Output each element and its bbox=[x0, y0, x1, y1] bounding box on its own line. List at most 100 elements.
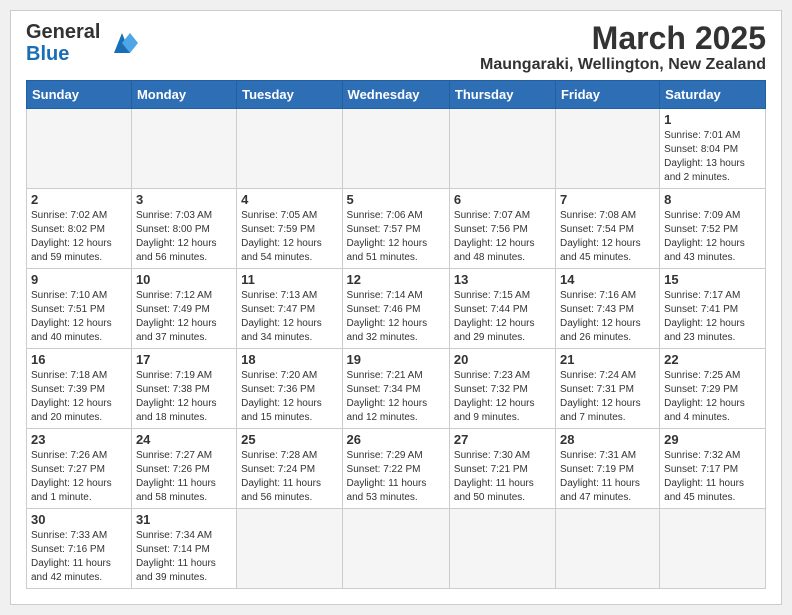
table-row: 17Sunrise: 7:19 AMSunset: 7:38 PMDayligh… bbox=[131, 349, 236, 429]
day-number: 10 bbox=[136, 272, 232, 287]
day-number: 31 bbox=[136, 512, 232, 527]
day-number: 24 bbox=[136, 432, 232, 447]
day-info: Sunrise: 7:27 AMSunset: 7:26 PMDaylight:… bbox=[136, 449, 232, 505]
table-row: 8 Sunrise: 7:09 AMSunset: 7:52 PMDaylight… bbox=[660, 189, 766, 269]
calendar-week-row: 23Sunrise: 7:26 AMSunset: 7:27 PMDayligh… bbox=[27, 429, 766, 509]
day-number: 2 bbox=[31, 192, 127, 207]
table-row: 27Sunrise: 7:30 AMSunset: 7:21 PMDayligh… bbox=[449, 429, 555, 509]
day-number: 11 bbox=[241, 272, 337, 287]
day-info: Sunrise: 7:03 AMSunset: 8:00 PMDaylight:… bbox=[136, 209, 232, 265]
day-info: Sunrise: 7:34 AMSunset: 7:14 PMDaylight:… bbox=[136, 529, 232, 585]
day-number: 7 bbox=[560, 192, 655, 207]
day-number: 8 bbox=[664, 192, 761, 207]
table-row: 5Sunrise: 7:06 AMSunset: 7:57 PMDaylight… bbox=[342, 189, 449, 269]
table-row bbox=[237, 509, 342, 589]
day-info: Sunrise: 7:13 AMSunset: 7:47 PMDaylight:… bbox=[241, 289, 337, 345]
table-row bbox=[237, 109, 342, 189]
day-info: Sunrise: 7:05 AMSunset: 7:59 PMDaylight:… bbox=[241, 209, 337, 265]
table-row: 26Sunrise: 7:29 AMSunset: 7:22 PMDayligh… bbox=[342, 429, 449, 509]
day-info: Sunrise: 7:28 AMSunset: 7:24 PMDaylight:… bbox=[241, 449, 337, 505]
day-number: 13 bbox=[454, 272, 551, 287]
table-row: 13 Sunrise: 7:15 AMSunset: 7:44 PMDayligh… bbox=[449, 269, 555, 349]
table-row: 9 Sunrise: 7:10 AMSunset: 7:51 PMDaylight… bbox=[27, 269, 132, 349]
day-number: 17 bbox=[136, 352, 232, 367]
day-info: Sunrise: 7:16 AMSunset: 7:43 PMDaylight:… bbox=[560, 289, 655, 345]
table-row: 3 Sunrise: 7:03 AMSunset: 8:00 PMDaylight… bbox=[131, 189, 236, 269]
day-number: 25 bbox=[241, 432, 337, 447]
table-row: 10 Sunrise: 7:12 AMSunset: 7:49 PMDayligh… bbox=[131, 269, 236, 349]
day-info: Sunrise: 7:32 AMSunset: 7:17 PMDaylight:… bbox=[664, 449, 761, 505]
logo-general: General bbox=[26, 21, 100, 43]
day-info: Sunrise: 7:21 AMSunset: 7:34 PMDaylight:… bbox=[347, 369, 445, 425]
day-info: Sunrise: 7:31 AMSunset: 7:19 PMDaylight:… bbox=[560, 449, 655, 505]
day-number: 30 bbox=[31, 512, 127, 527]
table-row: 28 Sunrise: 7:31 AMSunset: 7:19 PMDayligh… bbox=[555, 429, 659, 509]
day-info: Sunrise: 7:20 AMSunset: 7:36 PMDaylight:… bbox=[241, 369, 337, 425]
col-wednesday: Wednesday bbox=[342, 81, 449, 109]
day-number: 6 bbox=[454, 192, 551, 207]
table-row: 6 Sunrise: 7:07 AMSunset: 7:56 PMDaylight… bbox=[449, 189, 555, 269]
day-info: Sunrise: 7:17 AMSunset: 7:41 PMDaylight:… bbox=[664, 289, 761, 345]
day-info: Sunrise: 7:10 AMSunset: 7:51 PMDaylight:… bbox=[31, 289, 127, 345]
table-row: 1Sunrise: 7:01 AMSunset: 8:04 PMDaylight… bbox=[660, 109, 766, 189]
table-row: 14Sunrise: 7:16 AMSunset: 7:43 PMDayligh… bbox=[555, 269, 659, 349]
table-row: 30 Sunrise: 7:33 AMSunset: 7:16 PMDayligh… bbox=[27, 509, 132, 589]
day-info: Sunrise: 7:23 AMSunset: 7:32 PMDaylight:… bbox=[454, 369, 551, 425]
table-row: 24 Sunrise: 7:27 AMSunset: 7:26 PMDayligh… bbox=[131, 429, 236, 509]
table-row: 15 Sunrise: 7:17 AMSunset: 7:41 PMDayligh… bbox=[660, 269, 766, 349]
day-number: 4 bbox=[241, 192, 337, 207]
day-number: 28 bbox=[560, 432, 655, 447]
day-info: Sunrise: 7:01 AMSunset: 8:04 PMDaylight:… bbox=[664, 129, 761, 185]
logo: General Blue bbox=[26, 21, 140, 65]
day-number: 15 bbox=[664, 272, 761, 287]
calendar-header-row: Sunday Monday Tuesday Wednesday Thursday… bbox=[27, 81, 766, 109]
table-row: 21 Sunrise: 7:24 AMSunset: 7:31 PMDayligh… bbox=[555, 349, 659, 429]
table-row: 11 Sunrise: 7:13 AMSunset: 7:47 PMDayligh… bbox=[237, 269, 342, 349]
table-row bbox=[449, 509, 555, 589]
table-row: 23Sunrise: 7:26 AMSunset: 7:27 PMDayligh… bbox=[27, 429, 132, 509]
table-row: 31 Sunrise: 7:34 AMSunset: 7:14 PMDayligh… bbox=[131, 509, 236, 589]
table-row: 22Sunrise: 7:25 AMSunset: 7:29 PMDayligh… bbox=[660, 349, 766, 429]
day-number: 19 bbox=[347, 352, 445, 367]
calendar-container: General Blue March 2025 Maungaraki, Well… bbox=[10, 10, 782, 605]
day-number: 3 bbox=[136, 192, 232, 207]
col-friday: Friday bbox=[555, 81, 659, 109]
table-row bbox=[555, 509, 659, 589]
col-thursday: Thursday bbox=[449, 81, 555, 109]
table-row bbox=[449, 109, 555, 189]
day-info: Sunrise: 7:29 AMSunset: 7:22 PMDaylight:… bbox=[347, 449, 445, 505]
table-row bbox=[555, 109, 659, 189]
title-area: March 2025 Maungaraki, Wellington, New Z… bbox=[480, 21, 766, 74]
page-title: March 2025 bbox=[480, 21, 766, 56]
day-number: 12 bbox=[347, 272, 445, 287]
day-info: Sunrise: 7:09 AMSunset: 7:52 PMDaylight:… bbox=[664, 209, 761, 265]
day-number: 9 bbox=[31, 272, 127, 287]
day-info: Sunrise: 7:12 AMSunset: 7:49 PMDaylight:… bbox=[136, 289, 232, 345]
logo-icon bbox=[104, 25, 140, 61]
page-subtitle: Maungaraki, Wellington, New Zealand bbox=[480, 56, 766, 74]
day-info: Sunrise: 7:14 AMSunset: 7:46 PMDaylight:… bbox=[347, 289, 445, 345]
table-row: 4 Sunrise: 7:05 AMSunset: 7:59 PMDaylight… bbox=[237, 189, 342, 269]
day-info: Sunrise: 7:07 AMSunset: 7:56 PMDaylight:… bbox=[454, 209, 551, 265]
day-number: 16 bbox=[31, 352, 127, 367]
day-info: Sunrise: 7:24 AMSunset: 7:31 PMDaylight:… bbox=[560, 369, 655, 425]
table-row bbox=[342, 109, 449, 189]
day-info: Sunrise: 7:15 AMSunset: 7:44 PMDaylight:… bbox=[454, 289, 551, 345]
table-row: 20Sunrise: 7:23 AMSunset: 7:32 PMDayligh… bbox=[449, 349, 555, 429]
table-row: 18Sunrise: 7:20 AMSunset: 7:36 PMDayligh… bbox=[237, 349, 342, 429]
logo-blue: Blue bbox=[26, 43, 69, 65]
calendar-week-row: 9 Sunrise: 7:10 AMSunset: 7:51 PMDaylight… bbox=[27, 269, 766, 349]
table-row bbox=[131, 109, 236, 189]
calendar-week-row: 16 Sunrise: 7:18 AMSunset: 7:39 PMDayligh… bbox=[27, 349, 766, 429]
table-row: 29Sunrise: 7:32 AMSunset: 7:17 PMDayligh… bbox=[660, 429, 766, 509]
table-row: 7Sunrise: 7:08 AMSunset: 7:54 PMDaylight… bbox=[555, 189, 659, 269]
table-row: 25 Sunrise: 7:28 AMSunset: 7:24 PMDayligh… bbox=[237, 429, 342, 509]
day-info: Sunrise: 7:18 AMSunset: 7:39 PMDaylight:… bbox=[31, 369, 127, 425]
logo-text: General Blue bbox=[26, 21, 100, 65]
calendar-week-row: 1Sunrise: 7:01 AMSunset: 8:04 PMDaylight… bbox=[27, 109, 766, 189]
table-row: 16 Sunrise: 7:18 AMSunset: 7:39 PMDayligh… bbox=[27, 349, 132, 429]
col-sunday: Sunday bbox=[27, 81, 132, 109]
day-number: 21 bbox=[560, 352, 655, 367]
day-info: Sunrise: 7:02 AMSunset: 8:02 PMDaylight:… bbox=[31, 209, 127, 265]
day-info: Sunrise: 7:33 AMSunset: 7:16 PMDaylight:… bbox=[31, 529, 127, 585]
